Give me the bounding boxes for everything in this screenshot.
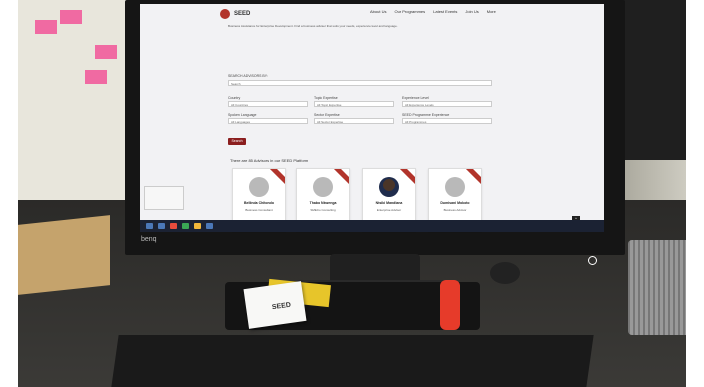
nav-item[interactable]: Our Programmes: [394, 9, 425, 14]
nav-item[interactable]: More: [487, 9, 496, 14]
advisor-role: SMECo Consulting: [310, 208, 336, 212]
sticky-note: [35, 20, 57, 34]
advisor-role: Business Consultant: [245, 208, 273, 212]
avatar-placeholder-icon: [249, 177, 269, 197]
avatar-placeholder-icon: [445, 177, 465, 197]
ribbon-badge: [399, 169, 415, 186]
nav-item[interactable]: About Us: [370, 9, 386, 14]
power-icon[interactable]: [588, 256, 597, 265]
advisor-name: Thabo Nkwenga: [309, 201, 337, 205]
ribbon-badge: [465, 169, 481, 186]
taskbar-app-icon[interactable]: [158, 223, 165, 229]
filter-label: Experience Level: [402, 96, 429, 100]
sticky-note: [85, 70, 107, 84]
filter-experience-select[interactable]: All Experience Levels: [402, 101, 492, 107]
red-tube: [440, 280, 460, 330]
filter-label: SEED Programme Experience: [402, 113, 450, 117]
advisor-role: Business Advisor: [443, 208, 467, 212]
advisor-name: Bellinda Chitondo: [244, 201, 274, 205]
office-desk-photo: SEED About Us Our Programmes Latest Even…: [0, 0, 704, 387]
advisor-role: Enterprise Advisor: [376, 208, 402, 212]
filter-language-select[interactable]: All Languages: [228, 118, 308, 124]
ribbon-badge: [269, 169, 285, 186]
advisor-name: Ntsiki Mandlana: [375, 201, 403, 205]
site-nav: About Us Our Programmes Latest Events Jo…: [370, 9, 496, 14]
mouse[interactable]: [490, 262, 520, 284]
office-chair: [615, 0, 697, 160]
monitor-brand-logo: benq: [141, 236, 157, 243]
filter-country-select[interactable]: All Countries: [228, 101, 308, 107]
ribbon-badge: [333, 169, 349, 186]
filter-programme-select[interactable]: All Programmes: [402, 118, 492, 124]
filter-topic-select[interactable]: All Topic Expertise: [314, 101, 394, 107]
cardboard-box: [18, 215, 110, 295]
filter-sector-select[interactable]: All Sector Expertise: [314, 118, 394, 124]
nav-item[interactable]: Join Us: [465, 9, 478, 14]
advisor-count-heading: There are 85 Advisors in our SEED Platfo…: [230, 158, 309, 163]
intro-paragraph: Business Assistance for Enterprise Devel…: [228, 24, 398, 28]
image-border-left: [0, 0, 18, 387]
filter-label: Country: [228, 96, 241, 100]
filter-label: Sector Expertise: [314, 113, 340, 117]
keyboard[interactable]: [111, 335, 594, 387]
taskbar-app-icon[interactable]: [170, 223, 177, 229]
start-icon[interactable]: [146, 223, 153, 229]
taskbar-app-icon[interactable]: [182, 223, 189, 229]
taskbar-app-icon[interactable]: [194, 223, 201, 229]
nav-item[interactable]: Latest Events: [433, 9, 457, 14]
notification-popup: [144, 186, 184, 210]
avatar-photo: [379, 177, 399, 197]
advisor-name: Dumisani Mokoto: [440, 201, 470, 205]
site-logo-text: SEED: [234, 11, 251, 17]
taskbar-app-icon[interactable]: [206, 223, 213, 229]
search-section-label: SEARCH ADVISORS BY:: [228, 74, 268, 78]
seed-logo-icon: [220, 9, 230, 19]
image-border-right: [686, 0, 704, 387]
avatar-placeholder-icon: [313, 177, 333, 197]
search-input[interactable]: Search: [228, 80, 492, 86]
filter-label: Spoken Language: [228, 113, 257, 117]
filter-label: Topic Expertise: [314, 96, 338, 100]
sticky-note: [95, 45, 117, 59]
sticky-note: [60, 10, 82, 24]
search-button[interactable]: Search: [228, 138, 246, 145]
